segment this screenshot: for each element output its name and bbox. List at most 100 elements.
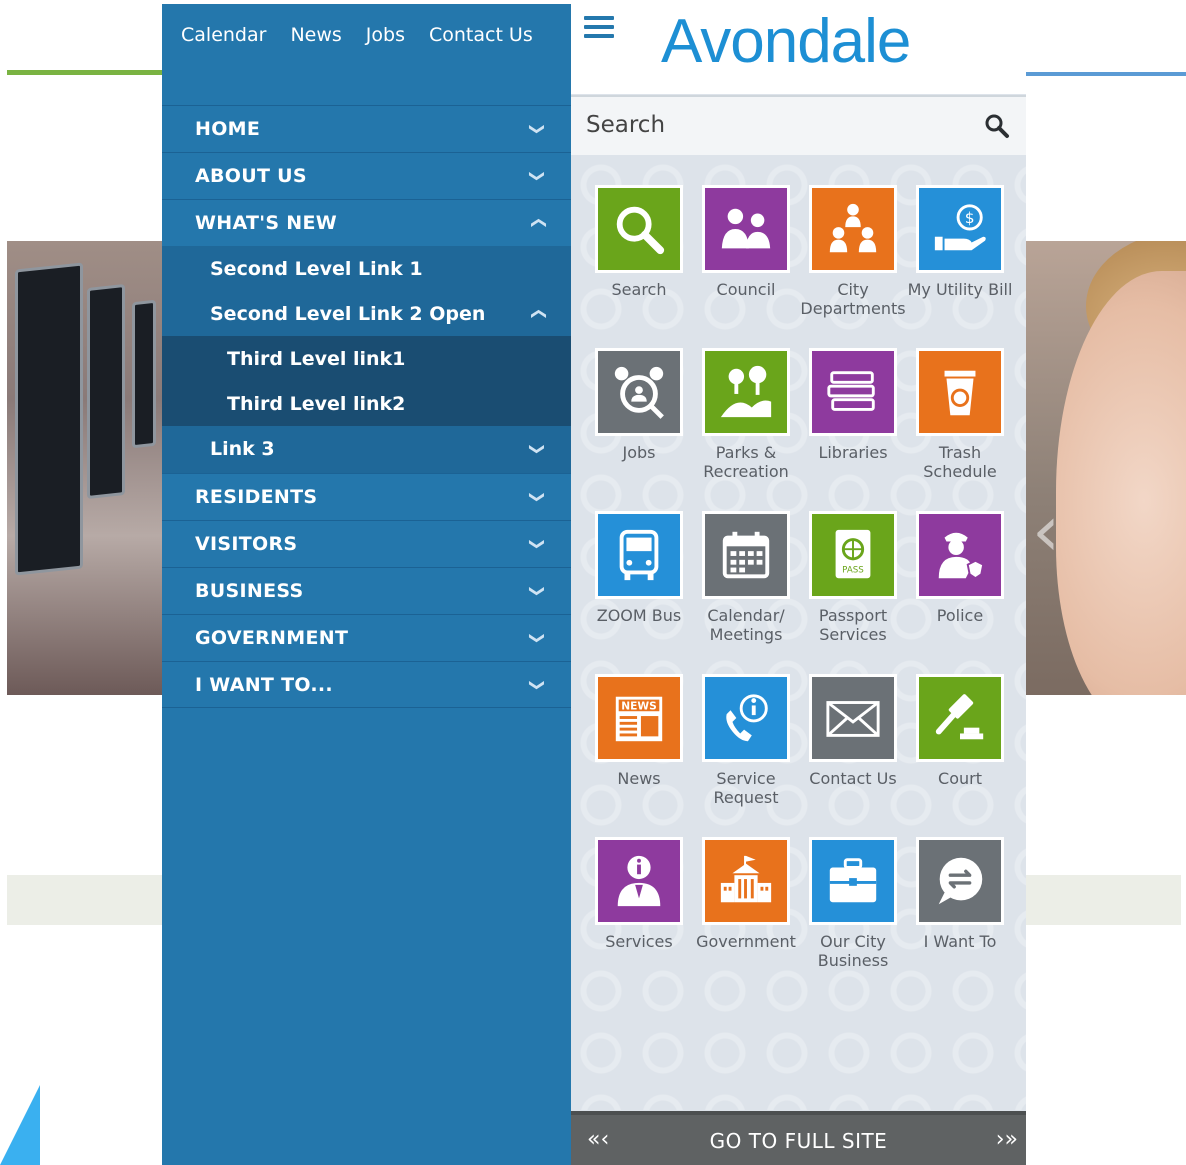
search-icon[interactable] [984,113,1010,139]
chevron-up-icon[interactable]: ❯ [529,217,547,230]
search-input[interactable] [571,97,961,153]
nav-item-government[interactable]: GOVERNMENT ❯ [162,614,571,661]
monitor-shape [15,262,83,576]
info-person-icon [595,837,683,925]
nav-label: Second Level Link 1 [210,258,423,280]
background-accent-line [1026,72,1186,76]
mobile-panel: Avondale Search Council City Departments [571,0,1026,1165]
double-chevron-right-icon: ›» [995,1127,1018,1152]
recycle-bin-icon [916,348,1004,436]
main-nav: HOME ❯ ABOUT US ❯ WHAT'S NEW ❯ Second Level… [162,105,571,708]
tile-label: Government [696,932,796,951]
nav-item-visitors[interactable]: VISITORS ❯ [162,520,571,567]
slider-prev-icon[interactable]: ‹ [1032,496,1060,566]
nav-item-home[interactable]: HOME ❯ [162,105,571,152]
nav-label: Third Level link2 [227,393,406,415]
tile-label: Services [605,932,673,951]
hero-photo-computers [7,241,162,695]
background-band [1026,875,1181,925]
svg-text:$: $ [965,209,975,227]
chevron-down-icon[interactable]: ❯ [529,170,547,183]
site-logo[interactable]: Avondale [661,6,911,77]
nav-item-business[interactable]: BUSINESS ❯ [162,567,571,614]
background-band [7,875,162,925]
chevron-down-icon[interactable]: ❯ [529,491,547,504]
third-level-submenu: Third Level link1 Third Level link2 [162,336,571,426]
nav-label: Link 3 [210,438,275,460]
tile-label: City Departments [800,280,906,318]
nav-label: VISITORS [195,533,298,555]
photo-face-shape [1056,271,1186,695]
nav-item-third-level-link-1[interactable]: Third Level link1 [162,336,571,381]
nav-item-third-level-link-2[interactable]: Third Level link2 [162,381,571,426]
tile-label: I Want To [923,932,997,951]
nav-item-whats-new[interactable]: WHAT'S NEW ❯ [162,199,571,246]
nav-label: WHAT'S NEW [195,212,338,234]
tile-label: Service Request [713,769,779,807]
nav-label: I WANT TO... [195,674,333,696]
phone-info-icon [702,674,790,762]
nav-label: GOVERNMENT [195,627,349,649]
nav-item-about-us[interactable]: ABOUT US ❯ [162,152,571,199]
nav-item-second-level-link-1[interactable]: Second Level Link 1 [162,246,571,291]
nav-label: ABOUT US [195,165,307,187]
chevron-up-icon[interactable]: ❯ [529,308,547,321]
tile-label: Court [938,769,982,788]
government-building-icon [702,837,790,925]
utility-bill-hand-icon: $ [916,185,1004,273]
chevron-down-icon[interactable]: ❯ [529,679,547,692]
top-link-calendar[interactable]: Calendar [181,24,266,46]
jobs-alarm-icon [595,348,683,436]
monitor-shape [87,284,125,499]
books-icon [809,348,897,436]
chevron-down-icon[interactable]: ❯ [529,123,547,136]
nav-item-residents[interactable]: RESIDENTS ❯ [162,473,571,520]
site-header: Avondale [571,0,1026,94]
top-link-news[interactable]: News [290,24,341,46]
svg-text:PASS: PASS [842,565,864,575]
passport-icon: PASS [809,511,897,599]
parks-trees-icon [702,348,790,436]
tile-label: Contact Us [809,769,897,788]
chevron-down-icon[interactable]: ❯ [529,538,547,551]
tile-label: News [617,769,661,788]
tile-label: Our City Business [817,932,889,970]
police-officer-icon [916,511,1004,599]
tile-label: Council [716,280,776,299]
tile-label: Jobs [622,443,656,462]
gavel-icon [916,674,1004,762]
chevron-down-icon[interactable]: ❯ [529,632,547,645]
nav-item-i-want-to[interactable]: I WANT TO... ❯ [162,661,571,708]
whats-new-submenu: Second Level Link 1 Second Level Link 2 … [162,246,571,473]
top-link-jobs[interactable]: Jobs [366,24,405,46]
tile-label: Libraries [818,443,888,462]
svg-text:NEWS: NEWS [621,699,657,712]
calendar-icon [702,511,790,599]
hero-photo-child: ‹ [1026,241,1186,695]
tile-label: Passport Services [818,606,888,644]
tile-label: Police [936,606,984,625]
go-to-full-site-button[interactable]: «‹ GO TO FULL SITE ›» [571,1111,1026,1165]
council-people-icon [702,185,790,273]
nav-item-link-3[interactable]: Link 3 ❯ [162,426,571,473]
nav-label: Third Level link1 [227,348,406,370]
search-bar [571,95,1026,155]
tile-label: Trash Schedule [923,443,997,481]
flyout-menu: Calendar News Jobs Contact Us HOME ❯ ABOU… [162,4,571,1165]
top-link-contact-us[interactable]: Contact Us [429,24,533,46]
chevron-down-icon[interactable]: ❯ [529,585,547,598]
nav-item-second-level-link-2[interactable]: Second Level Link 2 Open ❯ [162,291,571,336]
hamburger-menu-icon[interactable] [584,16,614,40]
tile-label: Search [611,280,667,299]
chevron-down-icon[interactable]: ❯ [529,443,547,456]
utility-links: Calendar News Jobs Contact Us [181,24,533,46]
nav-label: Second Level Link 2 Open [210,303,486,325]
envelope-icon [809,674,897,762]
newspaper-icon: NEWS [595,674,683,762]
monitor-shape [132,299,156,449]
briefcase-icon [809,837,897,925]
tile-label: My Utility Bill [907,280,1013,299]
nav-label: RESIDENTS [195,486,318,508]
departments-people-icon [809,185,897,273]
tile-label: ZOOM Bus [596,606,682,625]
